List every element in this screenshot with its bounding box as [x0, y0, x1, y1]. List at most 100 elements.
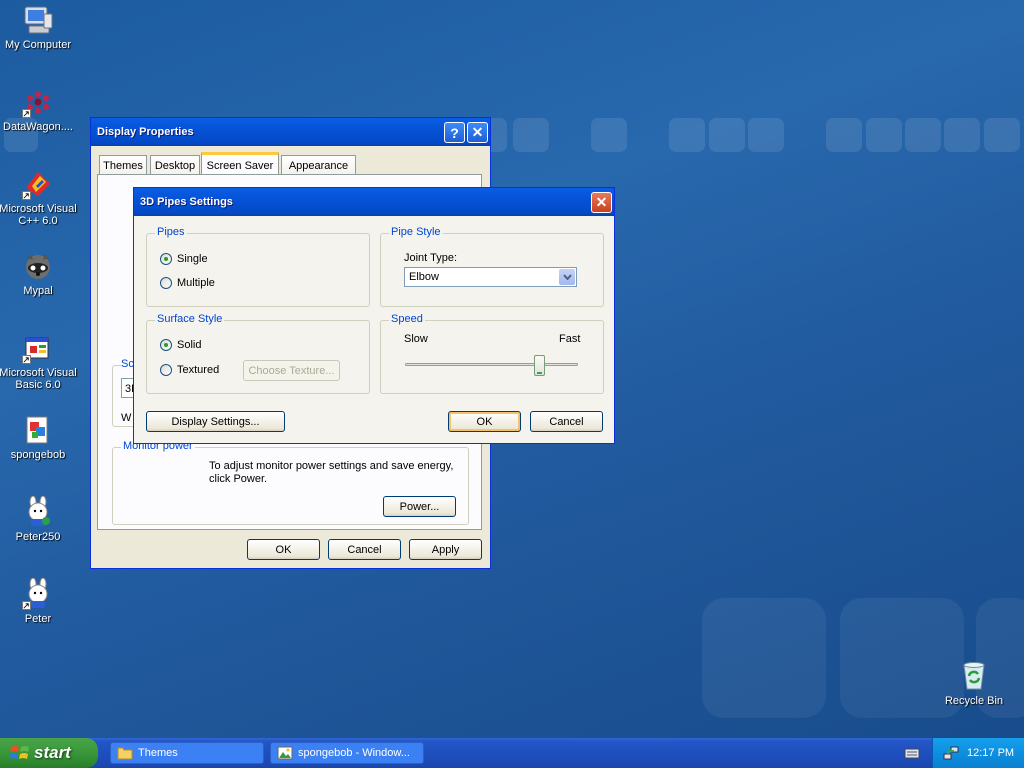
pipe-style-group: Pipe Style Joint Type: Elbow — [380, 226, 604, 307]
windows-logo-icon — [10, 746, 29, 759]
wait-label: W — [121, 412, 132, 424]
desktop-icon-spongebob[interactable]: spongebob — [0, 414, 79, 461]
desktop-icon-visual-basic[interactable]: Microsoft Visual Basic 6.0 — [0, 332, 79, 391]
task-button-spongebob[interactable]: spongebob - Window... — [270, 742, 424, 764]
wallpaper-square — [702, 598, 826, 718]
radio-textured[interactable]: Textured — [160, 364, 219, 376]
radio-label: Single — [177, 253, 208, 265]
system-tray: 12:17 PM — [932, 738, 1024, 768]
dialog-body: Pipes Single Multiple Pipe Style Joint T… — [134, 216, 614, 443]
desktop-icon-datawagon[interactable]: DataWagon.... — [0, 86, 79, 133]
help-icon: ? — [450, 124, 459, 141]
surface-style-group-label: Surface Style — [155, 313, 225, 325]
apply-button[interactable]: Apply — [409, 539, 482, 560]
dropdown-button[interactable] — [559, 269, 575, 285]
desktop-icon-label: Peter — [24, 613, 52, 625]
desktop-icon-label: Mypal — [23, 285, 53, 297]
screensaver-group: Sc 3D W — [112, 358, 135, 427]
close-button[interactable]: ✕ — [591, 192, 612, 213]
wallpaper-square — [866, 118, 902, 152]
choose-texture-button[interactable]: Choose Texture... — [243, 360, 340, 381]
radio-single[interactable]: Single — [160, 253, 208, 265]
tab-themes[interactable]: Themes — [99, 155, 147, 175]
desktop-icon-label: Peter250 — [15, 531, 61, 543]
speed-slider-track[interactable] — [405, 355, 578, 376]
speed-slow-label: Slow — [404, 333, 428, 345]
radio-label: Multiple — [177, 277, 215, 289]
radio-unchecked-icon — [160, 277, 172, 289]
ok-button[interactable]: OK — [247, 539, 320, 560]
radio-checked-icon — [160, 253, 172, 265]
joint-type-value: Elbow — [409, 271, 439, 283]
radio-multiple[interactable]: Multiple — [160, 277, 215, 289]
tab-screen-saver[interactable]: Screen Saver — [201, 152, 279, 176]
desktop-icon-label: My Computer — [4, 39, 72, 51]
my-computer-icon — [22, 4, 54, 36]
radio-label: Solid — [177, 339, 202, 351]
wallpaper-square — [513, 118, 549, 152]
folder-icon — [117, 747, 133, 760]
desktop-icon-peter250[interactable]: Peter250 — [0, 496, 79, 543]
wallpaper-square — [944, 118, 980, 152]
desktop-icon-mypal[interactable]: Mypal — [0, 250, 79, 297]
cancel-button[interactable]: Cancel — [328, 539, 401, 560]
visual-cpp-icon — [22, 168, 54, 200]
shortcut-arrow-icon — [22, 191, 31, 200]
speed-group-label: Speed — [389, 313, 425, 325]
picture-viewer-icon — [277, 746, 293, 760]
desktop: My Computer DataWagon.... Microsoft Visu… — [0, 0, 1024, 738]
datawagon-icon — [22, 86, 54, 118]
monitor-power-text: To adjust monitor power settings and sav… — [209, 460, 454, 485]
recycle-bin-icon — [958, 660, 990, 692]
start-button[interactable]: start — [0, 738, 98, 768]
display-settings-button[interactable]: Display Settings... — [146, 411, 285, 432]
shortcut-arrow-icon — [22, 109, 31, 118]
shortcut-arrow-icon — [22, 601, 31, 610]
wallpaper-square — [669, 118, 705, 152]
display-properties-titlebar[interactable]: Display Properties ? ✕ — [91, 118, 490, 146]
speed-group: Speed Slow Fast — [380, 313, 604, 394]
help-button[interactable]: ? — [444, 122, 465, 143]
desktop-icon-my-computer[interactable]: My Computer — [0, 4, 79, 51]
wallpaper-square — [591, 118, 627, 152]
desktop-icon-visual-cpp[interactable]: Microsoft Visual C++ 6.0 — [0, 168, 79, 227]
joint-type-label: Joint Type: — [404, 252, 457, 264]
wallpaper-square — [826, 118, 862, 152]
tab-appearance[interactable]: Appearance — [281, 155, 356, 175]
ok-button[interactable]: OK — [448, 411, 521, 432]
close-icon: ✕ — [471, 124, 484, 140]
close-button[interactable]: ✕ — [467, 122, 488, 143]
desktop-icon-label: Microsoft Visual Basic 6.0 — [0, 367, 77, 391]
spongebob-icon — [22, 414, 54, 446]
clock[interactable]: 12:17 PM — [967, 747, 1014, 759]
pipes-settings-titlebar[interactable]: 3D Pipes Settings ✕ — [134, 188, 614, 216]
task-button-themes[interactable]: Themes — [110, 742, 264, 764]
close-icon: ✕ — [595, 194, 608, 210]
joint-type-select[interactable]: Elbow — [404, 267, 577, 287]
tab-desktop[interactable]: Desktop — [150, 155, 200, 175]
pipes-settings-dialog: 3D Pipes Settings ✕ Pipes Single Multipl… — [133, 187, 615, 444]
start-label: start — [34, 743, 71, 762]
speed-fast-label: Fast — [559, 333, 581, 345]
network-icon[interactable] — [943, 745, 959, 761]
taskbar: start Themes spongebob - Window... 12:17… — [0, 738, 1024, 768]
pipes-group: Pipes Single Multiple — [146, 226, 370, 307]
desktop-icon-label: Microsoft Visual C++ 6.0 — [0, 203, 77, 227]
desktop-icon-peter[interactable]: Peter — [0, 578, 79, 625]
monitor-power-group: Monitor power To adjust monitor power se… — [112, 440, 469, 525]
peter250-icon — [22, 496, 54, 528]
task-label: spongebob - Window... — [298, 747, 410, 759]
slider-thumb-accent — [537, 372, 542, 374]
power-button[interactable]: Power... — [383, 496, 456, 517]
desktop-icon-recycle-bin[interactable]: Recycle Bin — [933, 660, 1015, 707]
wallpaper-square — [748, 118, 784, 152]
keyboard-icon[interactable] — [904, 746, 920, 760]
radio-solid[interactable]: Solid — [160, 339, 201, 351]
shortcut-arrow-icon — [22, 355, 31, 364]
speed-slider-thumb[interactable] — [534, 355, 545, 376]
radio-checked-icon — [160, 339, 172, 351]
window-title: Display Properties — [97, 126, 194, 138]
cancel-button[interactable]: Cancel — [530, 411, 603, 432]
desktop-icon-label: DataWagon.... — [3, 121, 73, 133]
radio-unchecked-icon — [160, 364, 172, 376]
